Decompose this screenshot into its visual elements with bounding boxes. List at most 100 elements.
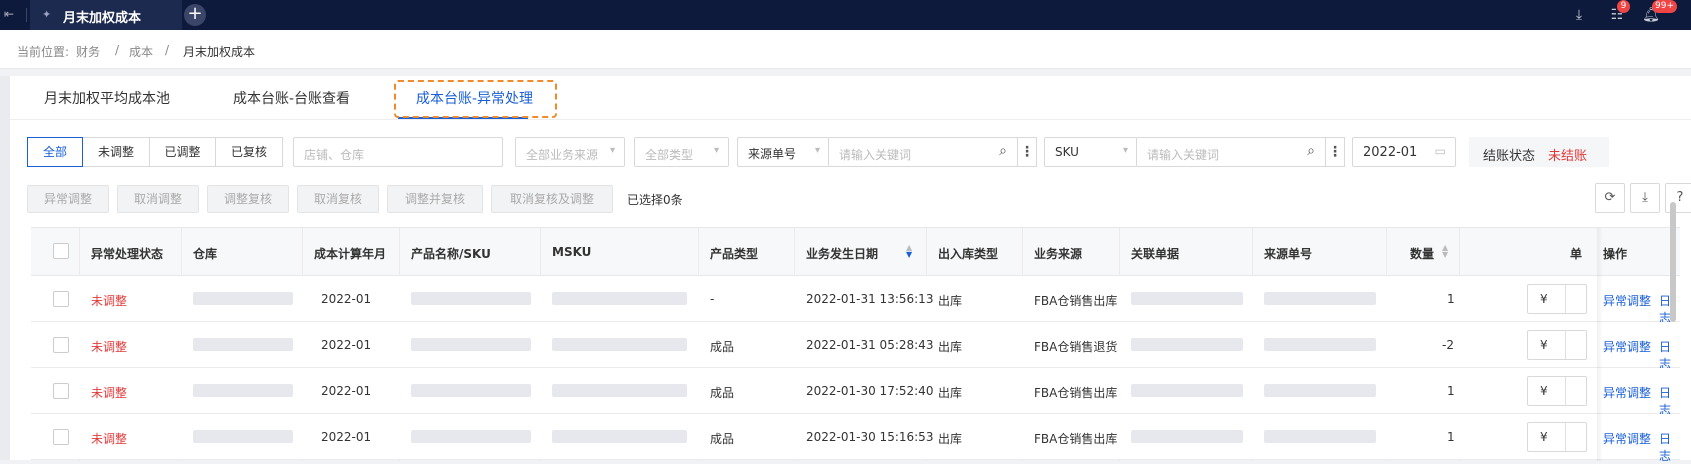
- store-warehouse-select[interactable]: 店铺、仓库: [293, 137, 503, 167]
- cell-product-redacted: [411, 338, 531, 351]
- type-select[interactable]: 全部类型 ▾: [634, 137, 729, 167]
- seg-unadjusted[interactable]: 未调整: [82, 137, 150, 167]
- cell-month: 2022-01: [321, 292, 372, 306]
- cell-warehouse-redacted: [193, 384, 293, 397]
- source-no-keyword-input[interactable]: 请输入关键词 ⌕: [828, 137, 1018, 167]
- exception-adjust-link[interactable]: 异常调整: [1603, 338, 1651, 355]
- fixed-column-shadow: [1597, 228, 1603, 461]
- sub-tabs: 月末加权平均成本池 成本台账-台账查看 成本台账-异常处理: [10, 76, 1691, 120]
- th-cost-month: 成本计算年月: [314, 247, 387, 261]
- cell-source-no-redacted: [1264, 384, 1376, 397]
- row-checkbox[interactable]: [53, 429, 69, 445]
- seg-all[interactable]: 全部: [27, 137, 83, 167]
- more-options-icon[interactable]: ⋮: [1325, 137, 1345, 167]
- cancel-review-button[interactable]: 取消复核: [297, 185, 379, 213]
- unit-cost-input[interactable]: ¥: [1527, 422, 1587, 452]
- refresh-icon[interactable]: ⟳: [1595, 183, 1625, 213]
- selected-count: 已选择0条: [627, 193, 683, 207]
- th-status: 异常处理状态: [91, 247, 164, 261]
- tab-ledger-view[interactable]: 成本台账-台账查看: [233, 88, 350, 108]
- breadcrumb-separator: /: [115, 43, 120, 57]
- row-checkbox[interactable]: [53, 291, 69, 307]
- type-placeholder: 全部类型: [645, 148, 694, 162]
- table-row[interactable]: 未调整 2022-01 - 2022-01-31 13:56:13 出库 FBA…: [31, 276, 1680, 325]
- log-link[interactable]: 日志: [1659, 384, 1680, 418]
- currency-symbol: ¥: [1540, 292, 1548, 306]
- currency-symbol: ¥: [1540, 384, 1548, 398]
- unit-cost-input[interactable]: ¥: [1527, 284, 1587, 314]
- tab-title: 月末加权成本: [63, 11, 142, 26]
- more-options-icon[interactable]: ⋮: [1017, 137, 1037, 167]
- cancel-adjust-button[interactable]: 取消调整: [117, 185, 199, 213]
- export-icon[interactable]: ⤓: [1630, 183, 1660, 213]
- breadcrumb-item-cost[interactable]: 成本: [129, 43, 153, 60]
- divider: [1565, 423, 1566, 451]
- vertical-scrollbar[interactable]: [1670, 202, 1676, 322]
- row-checkbox[interactable]: [53, 337, 69, 353]
- pin-icon[interactable]: ✦: [42, 8, 51, 21]
- sku-type-select[interactable]: SKU ▾: [1044, 137, 1137, 167]
- unit-cost-input[interactable]: ¥: [1527, 330, 1587, 360]
- sort-down-icon[interactable]: ▼: [1442, 251, 1448, 259]
- month-value: 2022-01: [1363, 145, 1418, 160]
- cell-quantity: 1: [1447, 384, 1455, 398]
- sort-down-icon[interactable]: ▼: [906, 251, 912, 259]
- cell-product-redacted: [411, 384, 531, 397]
- divider: [26, 8, 27, 22]
- cell-related-doc-redacted: [1131, 292, 1243, 305]
- th-biz-date[interactable]: 业务发生日期: [806, 245, 878, 262]
- biz-source-select[interactable]: 全部业务来源 ▾: [515, 137, 625, 167]
- th-msku: MSKU: [552, 245, 592, 259]
- currency-symbol: ¥: [1540, 430, 1548, 444]
- cell-related-doc-redacted: [1131, 384, 1243, 397]
- seg-reviewed[interactable]: 已复核: [215, 137, 283, 167]
- chevron-down-icon: ▾: [814, 145, 820, 156]
- table-row[interactable]: 未调整 2022-01 成品 2022-01-30 15:16:53 出库 FB…: [31, 414, 1680, 463]
- select-all-checkbox[interactable]: [53, 243, 69, 259]
- adjust-review-button[interactable]: 调整复核: [207, 185, 289, 213]
- cell-date: 2022-01-30 15:16:53: [806, 430, 934, 444]
- th-quantity[interactable]: 数量: [1410, 245, 1434, 262]
- cell-product-type: 成品: [710, 340, 735, 354]
- cell-msku-redacted: [552, 338, 687, 351]
- log-link[interactable]: 日志: [1659, 430, 1680, 464]
- cell-io-type: 出库: [938, 432, 963, 446]
- cell-product-redacted: [411, 292, 531, 305]
- source-no-type-select[interactable]: 来源单号 ▾: [737, 137, 829, 167]
- cell-io-type: 出库: [938, 340, 963, 354]
- cell-product-type: 成品: [710, 386, 735, 400]
- th-unit: 单: [1570, 247, 1583, 261]
- log-link[interactable]: 日志: [1659, 338, 1680, 372]
- exception-adjust-link[interactable]: 异常调整: [1603, 384, 1651, 401]
- download-icon[interactable]: ⤓: [1570, 6, 1588, 24]
- search-icon[interactable]: ⌕: [1307, 143, 1315, 159]
- exception-adjust-button[interactable]: 异常调整: [27, 185, 109, 213]
- help-icon[interactable]: ?: [1665, 183, 1691, 213]
- breadcrumb-label: 当前位置:: [17, 45, 70, 59]
- table-row[interactable]: 未调整 2022-01 成品 2022-01-30 17:52:40 出库 FB…: [31, 368, 1680, 417]
- tab-month-end-cost[interactable]: ✦ 月末加权成本: [30, 0, 182, 30]
- cell-status: 未调整: [91, 386, 128, 400]
- search-icon[interactable]: ⌕: [999, 143, 1007, 159]
- tab-cost-pool[interactable]: 月末加权平均成本池: [44, 88, 170, 108]
- sku-type-value: SKU: [1055, 145, 1079, 159]
- exception-adjust-link[interactable]: 异常调整: [1603, 430, 1651, 447]
- cancel-review-and-adjust-button[interactable]: 取消复核及调整: [491, 185, 613, 213]
- chevron-down-icon: ▾: [1122, 145, 1128, 156]
- add-tab-button[interactable]: +: [184, 4, 206, 26]
- table-row[interactable]: 未调整 2022-01 成品 2022-01-31 05:28:43 出库 FB…: [31, 322, 1680, 371]
- currency-symbol: ¥: [1540, 338, 1548, 352]
- unit-cost-input[interactable]: ¥: [1527, 376, 1587, 406]
- th-related-doc: 关联单据: [1131, 247, 1180, 261]
- exception-adjust-link[interactable]: 异常调整: [1603, 292, 1651, 309]
- collapse-menu-icon[interactable]: ⇤: [4, 7, 18, 21]
- store-placeholder: 店铺、仓库: [304, 148, 365, 162]
- row-checkbox[interactable]: [53, 383, 69, 399]
- breadcrumb-item-finance[interactable]: 财务: [76, 43, 100, 60]
- adjust-and-review-button[interactable]: 调整并复核: [387, 185, 483, 213]
- sku-keyword-input[interactable]: 请输入关键词 ⌕: [1136, 137, 1326, 167]
- source-no-type-value: 来源单号: [748, 147, 797, 161]
- left-gutter: [0, 76, 10, 460]
- seg-adjusted[interactable]: 已调整: [149, 137, 216, 167]
- month-picker[interactable]: 2022-01 ▭: [1352, 137, 1456, 167]
